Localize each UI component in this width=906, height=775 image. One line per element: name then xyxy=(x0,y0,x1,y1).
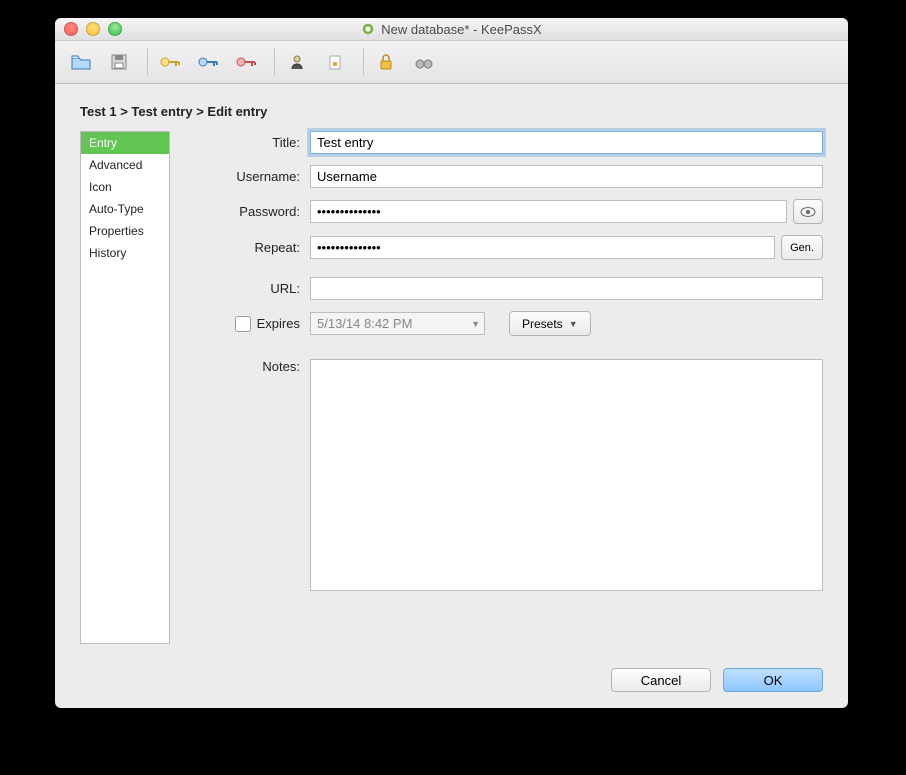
key-edit-icon xyxy=(197,53,219,71)
sidebar-item-label: Entry xyxy=(89,136,117,150)
cancel-button[interactable]: Cancel xyxy=(611,668,711,692)
ok-label: OK xyxy=(764,673,783,688)
app-window: New database* - KeePassX xyxy=(55,18,848,708)
sidebar-item-label: Auto-Type xyxy=(89,202,144,216)
key-delete-icon xyxy=(235,53,257,71)
sidebar-item-label: Icon xyxy=(89,180,112,194)
url-input[interactable] xyxy=(310,277,823,300)
open-database-button[interactable] xyxy=(65,47,97,77)
sidebar-item-autotype[interactable]: Auto-Type xyxy=(81,198,169,220)
title-row: Title: xyxy=(185,131,823,154)
minimize-window-button[interactable] xyxy=(86,22,100,36)
username-label: Username: xyxy=(185,169,310,184)
sidebar-item-icon[interactable]: Icon xyxy=(81,176,169,198)
sidebar-item-advanced[interactable]: Advanced xyxy=(81,154,169,176)
binoculars-icon xyxy=(414,54,434,70)
sidebar-item-properties[interactable]: Properties xyxy=(81,220,169,242)
expires-checkbox[interactable] xyxy=(235,316,251,332)
dialog-footer: Cancel OK xyxy=(55,656,848,708)
expires-label: Expires xyxy=(257,316,300,331)
presets-label: Presets xyxy=(522,317,563,331)
clipboard-lock-icon xyxy=(326,53,344,71)
sidebar-item-history[interactable]: History xyxy=(81,242,169,264)
password-row: Password: xyxy=(185,199,823,224)
expires-row: Expires 5/13/14 8:42 PM ▼ Presets ▼ xyxy=(185,311,823,336)
sidebar-item-label: History xyxy=(89,246,126,260)
copy-password-button[interactable] xyxy=(319,47,351,77)
window-controls xyxy=(55,22,122,36)
chevron-down-icon: ▼ xyxy=(471,319,480,329)
search-button[interactable] xyxy=(408,47,440,77)
generate-password-button[interactable]: Gen. xyxy=(781,235,823,260)
entry-form: Title: Username: Password: xyxy=(185,131,823,644)
notes-label: Notes: xyxy=(185,359,310,374)
floppy-disk-icon xyxy=(109,52,129,72)
copy-username-button[interactable] xyxy=(281,47,313,77)
main-area: Entry Advanced Icon Auto-Type Properties… xyxy=(80,131,823,644)
presets-button[interactable]: Presets ▼ xyxy=(509,311,591,336)
toolbar-separator xyxy=(147,48,148,76)
cancel-label: Cancel xyxy=(641,673,681,688)
person-icon xyxy=(288,53,306,71)
edit-entry-button[interactable] xyxy=(192,47,224,77)
app-icon xyxy=(361,22,375,36)
ok-button[interactable]: OK xyxy=(723,668,823,692)
url-label: URL: xyxy=(185,281,310,296)
eye-icon xyxy=(800,206,816,218)
toggle-password-visibility-button[interactable] xyxy=(793,199,823,224)
lock-icon xyxy=(378,53,394,71)
expires-datetime-picker[interactable]: 5/13/14 8:42 PM ▼ xyxy=(310,312,485,335)
repeat-row: Repeat: Gen. xyxy=(185,235,823,260)
username-row: Username: xyxy=(185,165,823,188)
title-input[interactable] xyxy=(310,131,823,154)
notes-row: Notes: xyxy=(185,359,823,633)
add-entry-button[interactable] xyxy=(154,47,186,77)
lock-database-button[interactable] xyxy=(370,47,402,77)
toolbar-separator xyxy=(363,48,364,76)
delete-entry-button[interactable] xyxy=(230,47,262,77)
content-area: Test 1 > Test entry > Edit entry Entry A… xyxy=(55,84,848,656)
url-row: URL: xyxy=(185,277,823,300)
expires-label-wrap: Expires xyxy=(185,316,310,332)
expires-datetime-value: 5/13/14 8:42 PM xyxy=(317,316,412,331)
gen-label: Gen. xyxy=(790,242,814,254)
titlebar: New database* - KeePassX xyxy=(55,18,848,41)
toolbar-separator xyxy=(274,48,275,76)
folder-open-icon xyxy=(70,52,92,72)
sidebar-item-label: Properties xyxy=(89,224,144,238)
notes-textarea[interactable] xyxy=(310,359,823,591)
zoom-window-button[interactable] xyxy=(108,22,122,36)
repeat-password-input[interactable] xyxy=(310,236,775,259)
title-label: Title: xyxy=(185,135,310,150)
close-window-button[interactable] xyxy=(64,22,78,36)
toolbar xyxy=(55,41,848,84)
repeat-label: Repeat: xyxy=(185,240,310,255)
window-title-text: New database* - KeePassX xyxy=(381,22,541,37)
username-input[interactable] xyxy=(310,165,823,188)
chevron-down-icon: ▼ xyxy=(569,319,578,329)
breadcrumb: Test 1 > Test entry > Edit entry xyxy=(80,104,823,119)
save-database-button[interactable] xyxy=(103,47,135,77)
sidebar: Entry Advanced Icon Auto-Type Properties… xyxy=(80,131,170,644)
password-label: Password: xyxy=(185,204,310,219)
sidebar-item-label: Advanced xyxy=(89,158,142,172)
window-title: New database* - KeePassX xyxy=(55,22,848,37)
sidebar-item-entry[interactable]: Entry xyxy=(81,132,169,154)
key-add-icon xyxy=(159,53,181,71)
password-input[interactable] xyxy=(310,200,787,223)
